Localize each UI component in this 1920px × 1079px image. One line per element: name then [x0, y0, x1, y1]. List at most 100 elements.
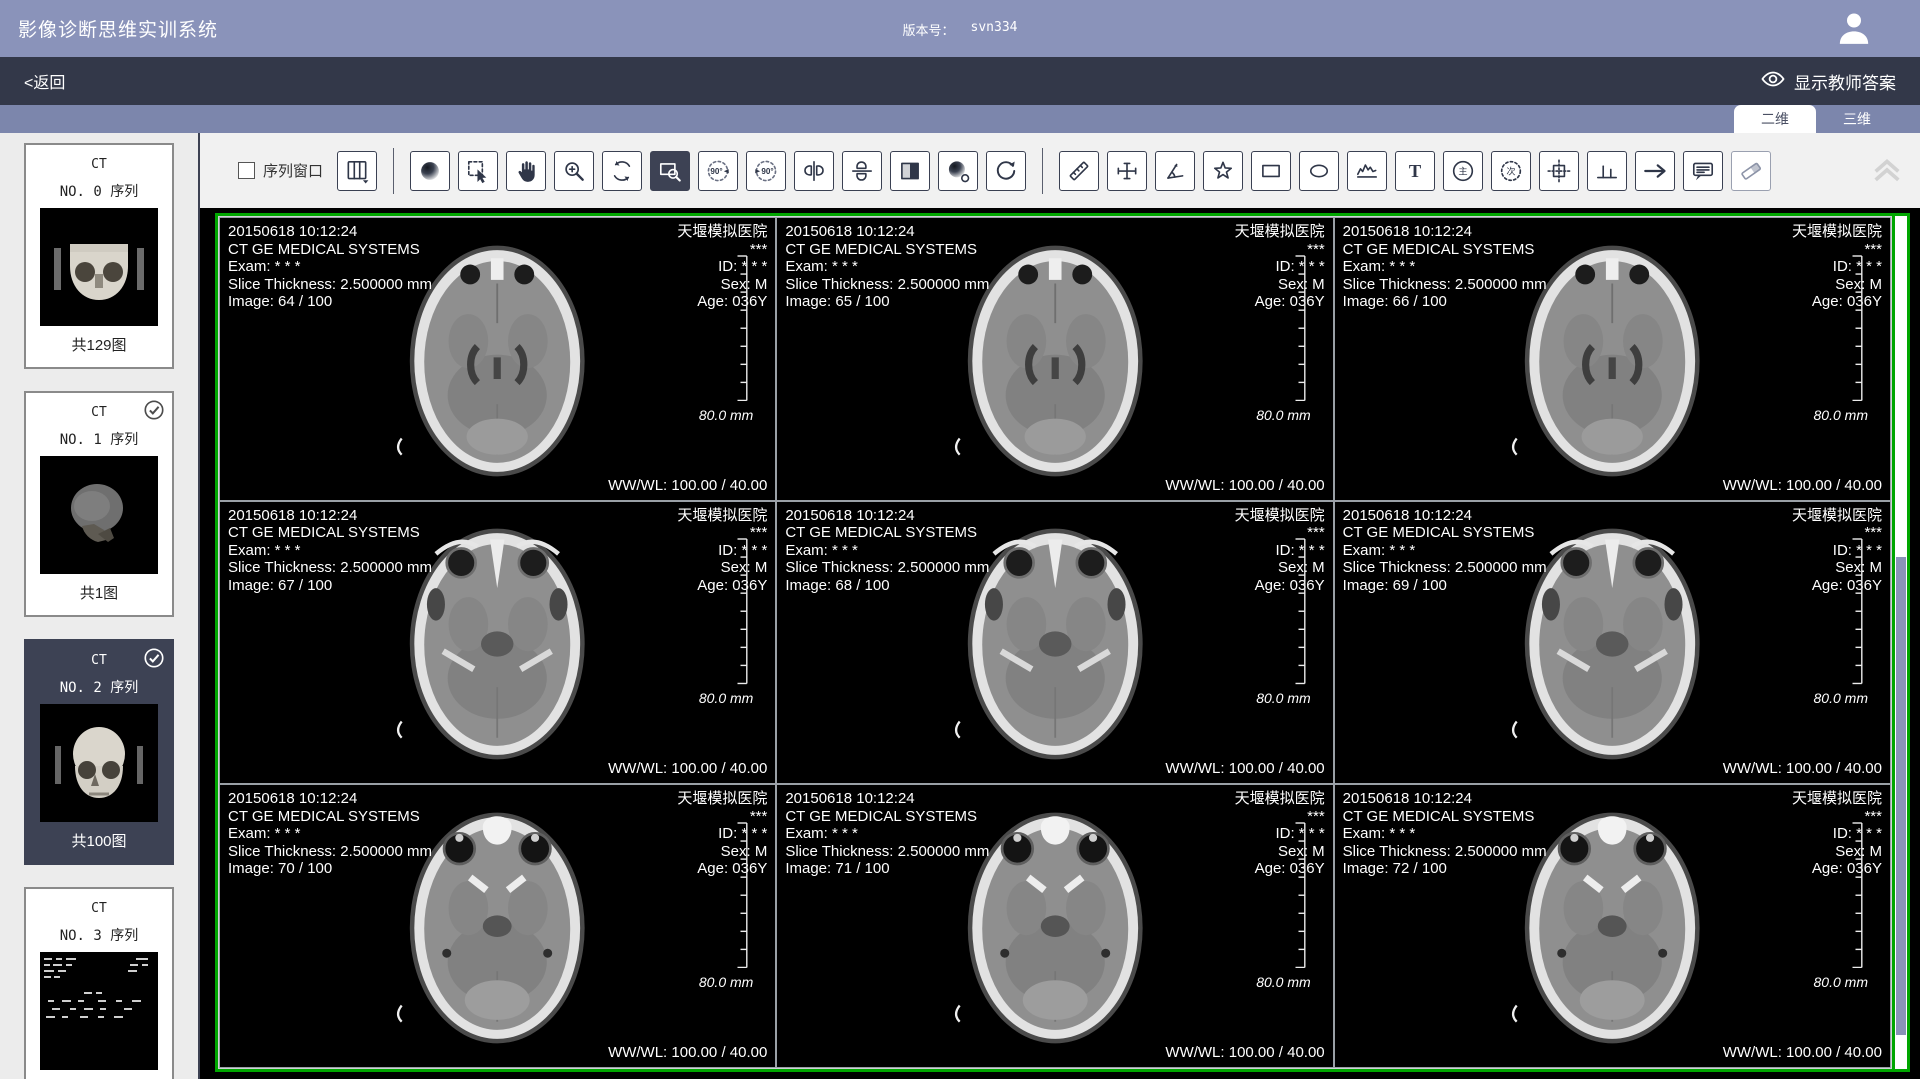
back-button[interactable]: <返回 — [24, 69, 65, 93]
overlay-hospital: 天堰模拟医院 — [1792, 790, 1882, 808]
overlay-window-level: WW/WL: 100.00 / 40.00 — [1165, 760, 1324, 777]
scale-ruler-label: 80.0 mm — [1256, 407, 1310, 423]
locator-button[interactable] — [1539, 151, 1579, 191]
arrow-annotation-button[interactable] — [1635, 151, 1675, 191]
overlay-stars: *** — [677, 524, 767, 542]
mark-primary-button[interactable]: 主 — [1443, 151, 1483, 191]
overlay-slice-thickness: Slice Thickness: 2.500000 mm — [1343, 276, 1547, 294]
overlay-window-level: WW/WL: 100.00 / 40.00 — [1165, 477, 1324, 494]
tab-strip: 二维 三维 — [0, 105, 1920, 133]
viewport-cell-4[interactable]: 20150618 10:12:24 CT GE MEDICAL SYSTEMS … — [219, 501, 776, 785]
overlay-top-right: 天堰模拟医院 *** ID: * * * Sex: M Age: 036Y — [677, 223, 767, 311]
checkbox-icon[interactable] — [238, 162, 255, 179]
show-teacher-answer-button[interactable]: 显示教师答案 — [1761, 69, 1896, 94]
measure-angle-button[interactable] — [1155, 151, 1195, 191]
viewport-cell-2[interactable]: 20150618 10:12:24 CT GE MEDICAL SYSTEMS … — [776, 217, 1333, 501]
series-card-1[interactable]: CT NO. 1 序列 共1图 — [24, 391, 174, 617]
scrollbar-thumb[interactable] — [1896, 557, 1906, 1035]
reset-button[interactable] — [986, 151, 1026, 191]
collapse-toolbar-chevron-icon[interactable] — [1870, 157, 1904, 188]
overlay-datetime: 20150618 10:12:24 — [785, 790, 989, 808]
series-card-2[interactable]: CT NO. 2 序列 共100图 — [24, 639, 174, 865]
series-window-checkbox[interactable]: 序列窗口 — [238, 160, 323, 181]
scale-ruler-label: 80.0 mm — [1256, 690, 1310, 706]
measure-length-button[interactable] — [1059, 151, 1099, 191]
eraser-button[interactable] — [1731, 151, 1771, 191]
invert-button[interactable] — [890, 151, 930, 191]
overlay-top-right: 天堰模拟医院 *** ID: * * * Sex: M Age: 036Y — [1235, 790, 1325, 878]
zoom-region-button[interactable] — [650, 151, 690, 191]
layout-button[interactable] — [337, 151, 377, 191]
zoom-button[interactable] — [554, 151, 594, 191]
rotate-free-button[interactable] — [602, 151, 642, 191]
viewport-cell-5[interactable]: 20150618 10:12:24 CT GE MEDICAL SYSTEMS … — [776, 501, 1333, 785]
overlay-hospital: 天堰模拟医院 — [1235, 790, 1325, 808]
profile-curve-button[interactable] — [1347, 151, 1387, 191]
viewport-cell-9[interactable]: 20150618 10:12:24 CT GE MEDICAL SYSTEMS … — [1334, 784, 1891, 1068]
scale-ruler-icon — [1292, 538, 1307, 684]
viewport-cell-1[interactable]: 20150618 10:12:24 CT GE MEDICAL SYSTEMS … — [219, 217, 776, 501]
overlay-patient-id: ID: * * * — [1792, 258, 1882, 276]
text-annotation-button[interactable]: T — [1395, 151, 1435, 191]
toolbar-tools: 90° 90° T主次 — [337, 148, 1771, 194]
measure-cross-button[interactable] — [1107, 151, 1147, 191]
perpendicular-button[interactable] — [1587, 151, 1627, 191]
user-avatar-icon[interactable] — [1834, 8, 1874, 48]
overlay-window-level: WW/WL: 100.00 / 40.00 — [1165, 1044, 1324, 1061]
overlay-age: Age: 036Y — [1792, 577, 1882, 595]
pan-button[interactable] — [506, 151, 546, 191]
series-thumbnail — [40, 704, 158, 822]
select-button[interactable] — [458, 151, 498, 191]
series-card-0[interactable]: CT NO. 0 序列 共129图 — [24, 143, 174, 369]
window-preset-button[interactable] — [410, 151, 450, 191]
overlay-sex: Sex: M — [1792, 559, 1882, 577]
mark-secondary-button[interactable]: 次 — [1491, 151, 1531, 191]
overlay-age: Age: 036Y — [1792, 860, 1882, 878]
overlay-device: CT GE MEDICAL SYSTEMS — [228, 524, 432, 542]
overlay-sex: Sex: M — [1792, 843, 1882, 861]
window-level-button[interactable] — [938, 151, 978, 191]
overlay-hospital: 天堰模拟医院 — [1235, 507, 1325, 525]
series-count: 共1图 — [26, 582, 172, 603]
top-bar: 影像诊断思维实训系统 版本号： svn334 — [0, 0, 1920, 57]
flip-vertical-button[interactable] — [842, 151, 882, 191]
scale-ruler-icon — [734, 822, 749, 968]
comment-button[interactable] — [1683, 151, 1723, 191]
overlay-slice-thickness: Slice Thickness: 2.500000 mm — [228, 559, 432, 577]
flip-horizontal-button[interactable] — [794, 151, 834, 191]
tab-2d[interactable]: 二维 — [1734, 105, 1816, 133]
overlay-patient-id: ID: * * * — [1235, 258, 1325, 276]
scale-ruler-label: 80.0 mm — [699, 407, 753, 423]
overlay-sex: Sex: M — [677, 843, 767, 861]
scrollbar-track[interactable] — [1892, 216, 1907, 1069]
overlay-patient-id: ID: * * * — [1235, 825, 1325, 843]
rect-roi-button[interactable] — [1251, 151, 1291, 191]
viewport-cell-7[interactable]: 20150618 10:12:24 CT GE MEDICAL SYSTEMS … — [219, 784, 776, 1068]
viewport-cell-3[interactable]: 20150618 10:12:24 CT GE MEDICAL SYSTEMS … — [1334, 217, 1891, 501]
svg-text:90°: 90° — [761, 166, 773, 175]
overlay-top-left: 20150618 10:12:24 CT GE MEDICAL SYSTEMS … — [228, 790, 432, 878]
check-circle-icon — [143, 399, 165, 426]
tab-3d[interactable]: 三维 — [1816, 105, 1898, 133]
scale-ruler-label: 80.0 mm — [699, 974, 753, 990]
freehand-roi-button[interactable] — [1203, 151, 1243, 191]
series-count: 共100图 — [26, 830, 172, 851]
rotate-90-cw-button[interactable]: 90° — [746, 151, 786, 191]
viewport-cell-6[interactable]: 20150618 10:12:24 CT GE MEDICAL SYSTEMS … — [1334, 501, 1891, 785]
overlay-top-right: 天堰模拟医院 *** ID: * * * Sex: M Age: 036Y — [1235, 507, 1325, 595]
rotate-90-ccw-button[interactable]: 90° — [698, 151, 738, 191]
overlay-slice-thickness: Slice Thickness: 2.500000 mm — [228, 843, 432, 861]
overlay-patient-id: ID: * * * — [677, 542, 767, 560]
overlay-top-left: 20150618 10:12:24 CT GE MEDICAL SYSTEMS … — [1343, 507, 1547, 595]
overlay-age: Age: 036Y — [677, 860, 767, 878]
overlay-exam: Exam: * * * — [785, 258, 989, 276]
overlay-patient-id: ID: * * * — [1235, 542, 1325, 560]
viewport-cell-8[interactable]: 20150618 10:12:24 CT GE MEDICAL SYSTEMS … — [776, 784, 1333, 1068]
ellipse-roi-button[interactable] — [1299, 151, 1339, 191]
series-name: NO. 1 序列 — [26, 429, 172, 449]
series-card-3[interactable]: CT NO. 3 序列 共1图 — [24, 887, 174, 1079]
overlay-image-number: Image: 67 / 100 — [228, 577, 432, 595]
viewer-area: 20150618 10:12:24 CT GE MEDICAL SYSTEMS … — [200, 208, 1920, 1079]
overlay-datetime: 20150618 10:12:24 — [228, 223, 432, 241]
series-name: NO. 0 序列 — [26, 181, 172, 201]
